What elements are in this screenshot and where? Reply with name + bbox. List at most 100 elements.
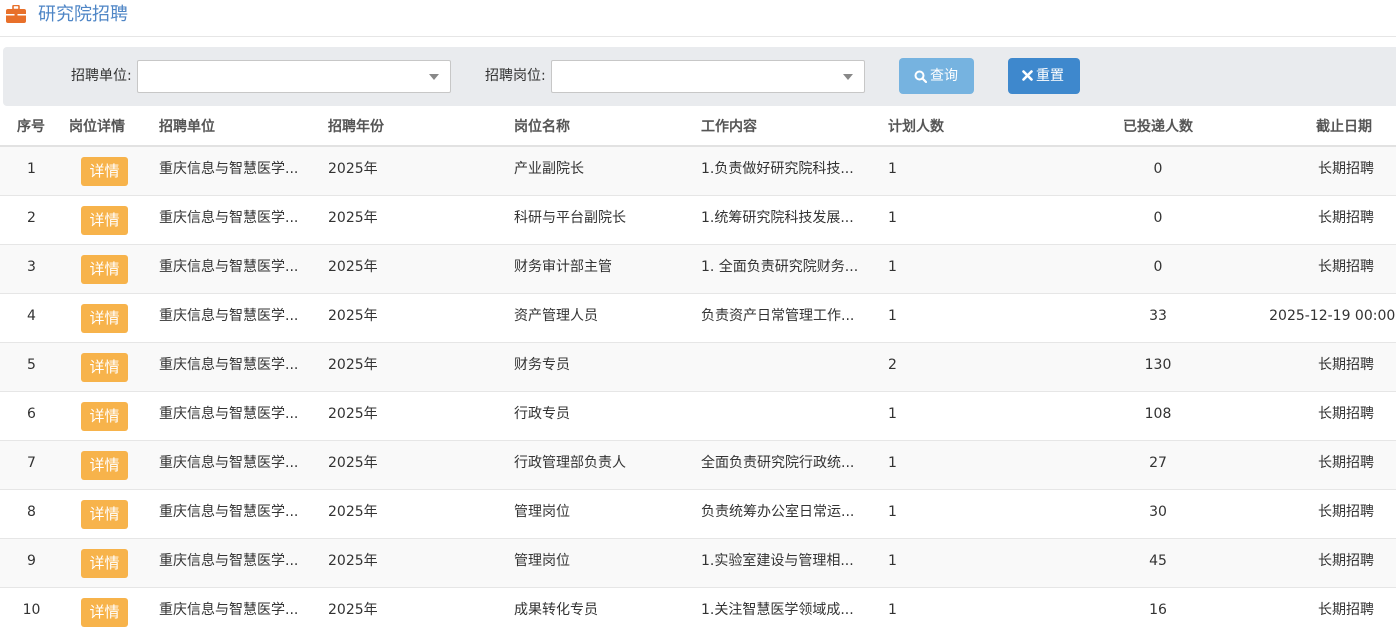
- detail-button[interactable]: 详情: [81, 402, 128, 431]
- row-plan: 1: [888, 553, 897, 569]
- row-unit: 重庆信息与智慧医学...: [159, 259, 299, 275]
- row-position: 行政管理部负责人: [514, 455, 626, 471]
- row-position: 资产管理人员: [514, 308, 598, 324]
- table-row: 1 详情 重庆信息与智慧医学... 2025年 产业副院长 1.负责做好研究院科…: [0, 147, 1396, 196]
- detail-button[interactable]: 详情: [81, 304, 128, 333]
- row-deadline: 长期招聘: [1318, 210, 1374, 226]
- row-seq: 10: [22, 602, 41, 618]
- row-applied: 0: [1153, 259, 1163, 275]
- detail-button[interactable]: 详情: [81, 255, 128, 284]
- row-year: 2025年: [328, 308, 378, 324]
- reset-button[interactable]: 重置: [1008, 58, 1080, 94]
- row-deadline: 2025-12-19 00:00:: [1269, 308, 1396, 324]
- column-header-year: 招聘年份: [328, 119, 384, 135]
- row-applied: 0: [1153, 161, 1163, 177]
- table-row: 4 详情 重庆信息与智慧医学... 2025年 资产管理人员 负责资产日常管理工…: [0, 294, 1396, 343]
- row-unit: 重庆信息与智慧医学...: [159, 161, 299, 177]
- position-select[interactable]: [551, 60, 865, 93]
- row-seq: 2: [27, 210, 36, 226]
- row-content: 负责统筹办公室日常运...: [701, 504, 855, 520]
- row-position: 成果转化专员: [514, 602, 598, 618]
- column-header-unit: 招聘单位: [159, 119, 215, 135]
- row-deadline: 长期招聘: [1318, 406, 1374, 422]
- table-row: 10 详情 重庆信息与智慧医学... 2025年 成果转化专员 1.关注智慧医学…: [0, 588, 1396, 637]
- column-header-plan: 计划人数: [888, 119, 944, 135]
- row-year: 2025年: [328, 455, 378, 471]
- row-year: 2025年: [328, 602, 378, 618]
- row-seq: 6: [27, 406, 36, 422]
- column-header-applied: 已投递人数: [1123, 119, 1193, 135]
- page-header: 研究院招聘: [0, 0, 1396, 37]
- detail-button[interactable]: 详情: [81, 598, 128, 627]
- row-unit: 重庆信息与智慧医学...: [159, 210, 299, 226]
- row-content: 1.关注智慧医学领域成...: [701, 602, 854, 618]
- detail-button[interactable]: 详情: [81, 549, 128, 578]
- row-position: 科研与平台副院长: [514, 210, 626, 226]
- detail-button[interactable]: 详情: [81, 500, 128, 529]
- position-filter-label: 招聘岗位:: [485, 68, 546, 84]
- row-year: 2025年: [328, 504, 378, 520]
- table-row: 3 详情 重庆信息与智慧医学... 2025年 财务审计部主管 1. 全面负责研…: [0, 245, 1396, 294]
- row-applied: 130: [1144, 357, 1172, 373]
- row-position: 管理岗位: [514, 504, 570, 520]
- row-position: 财务审计部主管: [514, 259, 612, 275]
- row-unit: 重庆信息与智慧医学...: [159, 455, 299, 471]
- row-content: 1.负责做好研究院科技...: [701, 161, 854, 177]
- row-deadline: 长期招聘: [1318, 455, 1374, 471]
- detail-button[interactable]: 详情: [81, 157, 128, 186]
- column-header-detail: 岗位详情: [69, 119, 125, 135]
- row-deadline: 长期招聘: [1318, 504, 1374, 520]
- row-plan: 2: [888, 357, 897, 373]
- row-content: 全面负责研究院行政统...: [701, 455, 855, 471]
- query-button[interactable]: 查询: [899, 58, 974, 94]
- row-plan: 1: [888, 602, 897, 618]
- chevron-down-icon: [843, 74, 853, 80]
- row-seq: 4: [27, 308, 36, 324]
- row-applied: 0: [1153, 210, 1163, 226]
- close-icon: [1022, 70, 1033, 81]
- briefcase-icon: [6, 5, 26, 23]
- row-year: 2025年: [328, 161, 378, 177]
- row-content: 1.统筹研究院科技发展...: [701, 210, 854, 226]
- row-plan: 1: [888, 406, 897, 422]
- row-unit: 重庆信息与智慧医学...: [159, 553, 299, 569]
- row-plan: 1: [888, 504, 897, 520]
- chevron-down-icon: [429, 74, 439, 80]
- row-seq: 3: [27, 259, 36, 275]
- row-applied: 108: [1144, 406, 1172, 422]
- detail-button[interactable]: 详情: [81, 206, 128, 235]
- row-deadline: 长期招聘: [1318, 553, 1374, 569]
- unit-select[interactable]: [137, 60, 451, 93]
- column-header-content: 工作内容: [701, 119, 757, 135]
- row-applied: 45: [1149, 553, 1167, 569]
- detail-button[interactable]: 详情: [81, 451, 128, 480]
- row-seq: 1: [27, 161, 36, 177]
- row-content: 负责资产日常管理工作...: [701, 308, 855, 324]
- row-position: 行政专员: [514, 406, 570, 422]
- reset-button-label: 重置: [1036, 68, 1064, 84]
- table-row: 8 详情 重庆信息与智慧医学... 2025年 管理岗位 负责统筹办公室日常运.…: [0, 490, 1396, 539]
- row-applied: 16: [1149, 602, 1167, 618]
- unit-filter-label: 招聘单位:: [71, 68, 132, 84]
- row-position: 管理岗位: [514, 553, 570, 569]
- row-plan: 1: [888, 308, 897, 324]
- row-plan: 1: [888, 455, 897, 471]
- row-unit: 重庆信息与智慧医学...: [159, 602, 299, 618]
- column-header-deadline: 截止日期: [1316, 119, 1372, 135]
- row-position: 产业副院长: [514, 161, 584, 177]
- row-year: 2025年: [328, 357, 378, 373]
- table-row: 9 详情 重庆信息与智慧医学... 2025年 管理岗位 1.实验室建设与管理相…: [0, 539, 1396, 588]
- detail-button[interactable]: 详情: [81, 353, 128, 382]
- row-year: 2025年: [328, 259, 378, 275]
- filter-bar: 招聘单位: 招聘岗位: 查询 重置: [3, 47, 1396, 106]
- row-seq: 9: [27, 553, 36, 569]
- row-seq: 5: [27, 357, 36, 373]
- row-plan: 1: [888, 210, 897, 226]
- query-button-label: 查询: [930, 68, 958, 84]
- table-row: 2 详情 重庆信息与智慧医学... 2025年 科研与平台副院长 1.统筹研究院…: [0, 196, 1396, 245]
- row-content: 1.实验室建设与管理相...: [701, 553, 854, 569]
- row-plan: 1: [888, 161, 897, 177]
- row-deadline: 长期招聘: [1318, 161, 1374, 177]
- row-year: 2025年: [328, 210, 378, 226]
- row-applied: 27: [1149, 455, 1167, 471]
